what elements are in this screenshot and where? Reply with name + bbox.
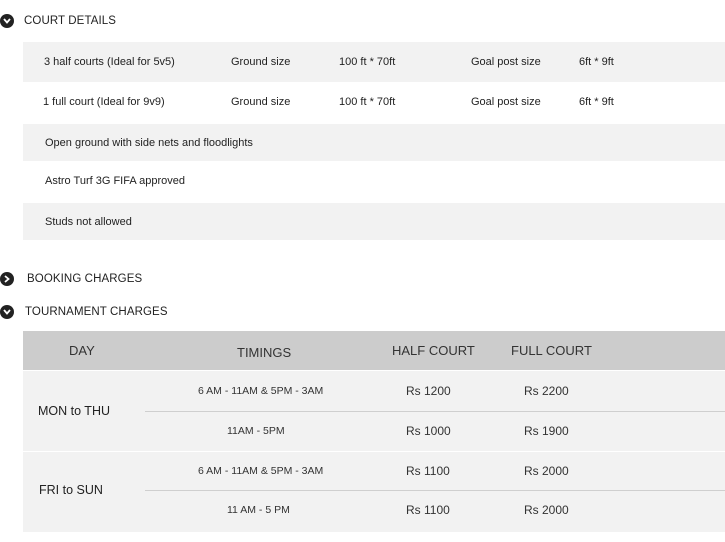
column-header-full-court: FULL COURT (511, 343, 592, 358)
tournament-charges-header[interactable]: TOURNAMENT CHARGES (0, 302, 168, 322)
ground-size-value: 100 ft * 70ft (339, 56, 396, 68)
feature-row: Open ground with side nets and floodligh… (23, 124, 725, 161)
column-header-day: DAY (69, 343, 95, 358)
booking-charges-header[interactable]: BOOKING CHARGES (0, 269, 142, 289)
column-header-timings: TIMINGS (237, 345, 292, 360)
half-court-price: Rs 1100 (406, 464, 450, 478)
feature-row: Studs not allowed (23, 203, 725, 240)
half-court-price: Rs 1100 (406, 503, 450, 517)
chevron-down-circle-icon (0, 305, 14, 319)
court-details-header[interactable]: COURT DETAILS (0, 11, 116, 31)
court-details-title: COURT DETAILS (24, 15, 117, 27)
feature-text: Studs not allowed (45, 215, 132, 228)
court-name: 3 half courts (Ideal for 5v5) (44, 56, 175, 68)
half-court-price: Rs 1200 (406, 384, 451, 398)
goal-post-label: Goal post size (471, 96, 541, 108)
chevron-down-circle-icon (0, 14, 14, 28)
day-group: FRI to SUN 6 AM - 11AM & 5PM - 3AM Rs 11… (23, 452, 725, 532)
ground-size-label: Ground size (231, 56, 291, 68)
timing-cell: 6 AM - 11AM & 5PM - 3AM (198, 385, 324, 397)
timing-cell: 11AM - 5PM (227, 425, 285, 437)
court-name: 1 full court (Ideal for 9v9) (43, 96, 165, 108)
full-court-price: Rs 2000 (524, 464, 569, 478)
court-row: 3 half courts (Ideal for 5v5) Ground siz… (23, 42, 725, 82)
timing-cell: 11 AM - 5 PM (227, 504, 290, 516)
full-court-price: Rs 2200 (524, 384, 569, 398)
tournament-charges-title: TOURNAMENT CHARGES (25, 306, 168, 318)
goal-post-label: Goal post size (471, 56, 541, 68)
goal-post-value: 6ft * 9ft (579, 56, 614, 68)
day-label: MON to THU (38, 404, 110, 418)
table-header: DAY TIMINGS HALF COURT FULL COURT (23, 331, 725, 370)
ground-size-value: 100 ft * 70ft (339, 96, 396, 108)
goal-post-value: 6ft * 9ft (579, 96, 614, 108)
full-court-price: Rs 1900 (524, 424, 569, 438)
half-court-price: Rs 1000 (406, 424, 451, 438)
court-row: 1 full court (Ideal for 9v9) Ground size… (23, 82, 725, 122)
ground-size-label: Ground size (231, 96, 291, 108)
column-header-half-court: HALF COURT (392, 343, 475, 358)
day-group: MON to THU 6 AM - 11AM & 5PM - 3AM Rs 12… (23, 371, 725, 451)
chevron-right-circle-icon (0, 272, 14, 286)
day-label: FRI to SUN (39, 483, 103, 497)
feature-text: Astro Turf 3G FIFA approved (45, 175, 186, 187)
booking-charges-title: BOOKING CHARGES (27, 273, 143, 285)
timing-cell: 6 AM - 11AM & 5PM - 3AM (198, 465, 324, 477)
feature-text: Open ground with side nets and floodligh… (45, 136, 253, 149)
feature-row: Astro Turf 3G FIFA approved (23, 163, 725, 199)
full-court-price: Rs 2000 (524, 503, 569, 517)
